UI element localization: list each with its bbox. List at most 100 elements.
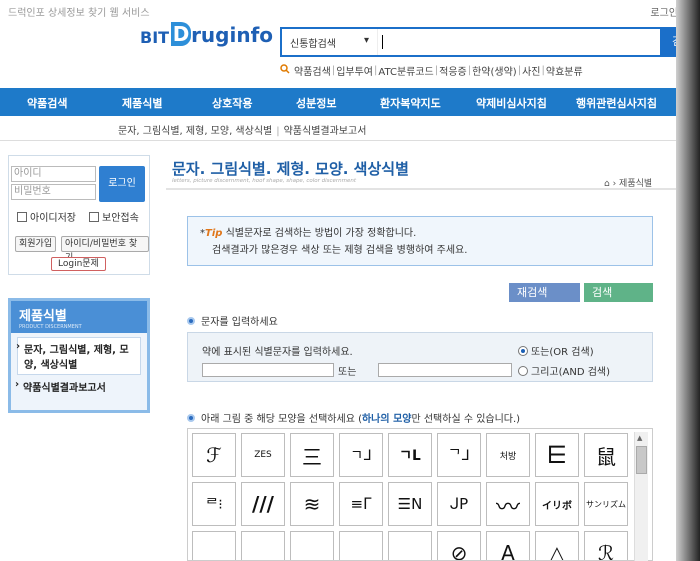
sub-nav: 문자, 그림식별, 제형, 모양, 색상식별 | 약품식별결과보고서 (118, 126, 367, 137)
nav-ingredient[interactable]: 성분정보 (296, 95, 336, 111)
join-button[interactable]: 회원가입 (15, 236, 57, 252)
top-login-link[interactable]: 로그인 (650, 4, 678, 19)
shape-tile[interactable]: /// (241, 482, 285, 526)
side-menu-item-report[interactable]: 약품식별결과보고서 (15, 379, 141, 394)
nav-product-id[interactable]: 제품식별 (122, 95, 162, 111)
main-nav: 약품검색 제품식별 상호작용 성분정보 환자복약지도 약제비심사지침 행위관련심… (0, 88, 700, 116)
tip-label: Tip (205, 228, 223, 239)
imprint-label: 약에 표시된 식별문자를 입력하세요. (202, 347, 353, 358)
radio-or-search[interactable]: 또는(OR 검색) (518, 343, 594, 358)
nav-drug-search[interactable]: 약품검색 (27, 95, 67, 111)
shape-tile[interactable]: ☰N (388, 482, 432, 526)
side-menu-item-shape-id[interactable]: 문자, 그림식별, 제형, 모양, 색상식별 (16, 337, 141, 375)
quicklink-photo[interactable]: 사진 (522, 63, 540, 78)
shape-tile[interactable]: ⋿ (535, 433, 579, 477)
shape-tile[interactable]: イリボ (535, 482, 579, 526)
text-search-form: 약에 표시된 식별문자를 입력하세요. 또는 또는(OR 검색) 그리고(AND… (187, 332, 653, 382)
login-problem-button[interactable]: Login문제 (51, 257, 106, 271)
or-label: 또는 (338, 367, 357, 378)
shape-tile[interactable]: ℛ (584, 531, 628, 560)
find-account-button[interactable]: 아이디/비밀번호 찾기 (61, 236, 149, 263)
radio-and-search[interactable]: 그리고(AND 검색) (518, 363, 610, 378)
shape-tile[interactable] (290, 531, 334, 560)
imprint-input-1[interactable] (202, 363, 334, 377)
title-underline (166, 188, 676, 190)
shape-tile[interactable]: ZES (241, 433, 285, 477)
shape-heading-pre: 아래 그림 중 해당 모양을 선택하세요 ( (201, 414, 362, 425)
side-menu-subtitle: PRODUCT DISCERNMENT (19, 324, 82, 330)
quicklink-injection[interactable]: 입부투여 (336, 63, 373, 78)
logo-d-mark: D (171, 22, 192, 46)
logo-bit: BIT (140, 28, 170, 47)
shape-tile[interactable]: ᄀᒧ (437, 433, 481, 477)
shape-tile[interactable]: ㄱᒧ (339, 433, 383, 477)
shape-tile[interactable]: サンリズム (584, 482, 628, 526)
shape-tile[interactable] (192, 531, 236, 560)
text-section-title: 문자를 입력하세요 (201, 317, 278, 328)
shape-tile[interactable]: ℱ (192, 433, 236, 477)
nav-interaction[interactable]: 상호작용 (212, 95, 252, 111)
quick-links: 약품검색 | 입부투여 | ATC분류코드 | 적응증 | 한약(생약) | 사진 | 약효… (280, 63, 583, 78)
tip-line-1: 식별문자로 검색하는 방법이 가장 정확합니다. (225, 228, 417, 239)
page-title: 문자. 그림식별. 제형. 모양. 색상식별 (172, 160, 409, 178)
shape-tile[interactable]: ⊘ (437, 531, 481, 560)
radio-button (518, 345, 528, 356)
shape-tile[interactable]: ㄱᒪ (388, 433, 432, 477)
shape-tile[interactable]: 〰 (486, 482, 530, 526)
search-scope-label: 신통합검색 (290, 38, 336, 50)
shape-tile[interactable]: ᒍP (437, 482, 481, 526)
search-icon (280, 64, 290, 77)
nav-patient-guide[interactable]: 환자복약지도 (380, 95, 441, 111)
shape-tile[interactable]: 鼠 (584, 433, 628, 477)
login-button[interactable]: 로그인 (99, 166, 145, 202)
shape-heading-highlight: 하나의 모양 (361, 414, 412, 425)
text-section-heading: 문자를 입력하세요 (187, 313, 278, 328)
scroll-up-icon[interactable]: ▲ (637, 434, 642, 442)
subnav-report[interactable]: 약품식별결과보고서 (284, 126, 367, 137)
nav-drug-fee-review[interactable]: 약제비심사지침 (476, 95, 547, 111)
shape-grid-scrollbar[interactable]: ▲ (634, 432, 648, 561)
shape-tile[interactable]: ≋ (290, 482, 334, 526)
nav-procedure-review[interactable]: 행위관련심사지침 (576, 95, 657, 111)
login-id-field[interactable]: 아이디 (11, 166, 96, 182)
bullet-icon (187, 316, 195, 325)
bullet-icon (187, 413, 195, 422)
side-menu-title: 제품식별 (19, 309, 67, 324)
secure-login-checkbox[interactable]: 보안접속 (89, 209, 139, 224)
shape-tile[interactable] (241, 531, 285, 560)
shape-tile[interactable]: ᄅ⁝ (192, 482, 236, 526)
shape-tile[interactable]: A (486, 531, 530, 560)
shape-tile[interactable] (339, 531, 383, 560)
save-id-checkbox[interactable]: 아이디저장 (17, 209, 76, 224)
page-subtitle: letters, picture discernment, hoof shape… (172, 178, 357, 184)
divider (0, 140, 700, 141)
login-password-field[interactable]: 비밀번호 (11, 184, 96, 200)
search-submit-button[interactable]: 검색 (584, 283, 653, 302)
shape-tile[interactable]: 처방 (486, 433, 530, 477)
radio-or-label: 또는(OR 검색) (531, 347, 594, 358)
window-edge-shadow (676, 0, 700, 561)
imprint-input-2[interactable] (378, 363, 512, 377)
tip-box: *Tip 식별문자로 검색하는 방법이 가장 정확합니다. 검색결과가 많은경우… (187, 216, 653, 266)
quicklink-herbal[interactable]: 한약(생약) (472, 63, 517, 78)
quicklink-efficacy[interactable]: 약효분류 (546, 63, 583, 78)
site-logo[interactable]: BIT D ruginfo (140, 22, 273, 46)
checkbox-box (17, 211, 27, 222)
radio-button (518, 365, 528, 376)
shape-section-heading: 아래 그림 중 해당 모양을 선택하세요 (하나의 모양 만 선택하실 수 있습니… (187, 410, 520, 425)
quicklink-drug-search[interactable]: 약품검색 (294, 63, 331, 78)
shape-tile[interactable]: ≡ᒥ (339, 482, 383, 526)
shape-tile[interactable]: △ (535, 531, 579, 560)
quicklink-atc[interactable]: ATC분류코드 (378, 63, 433, 78)
checkbox-box (89, 211, 99, 222)
shape-tile[interactable]: 三 (290, 433, 334, 477)
quicklink-indication[interactable]: 적응증 (439, 63, 467, 78)
subnav-shape-id[interactable]: 문자, 그림식별, 제형, 모양, 색상식별 (118, 126, 272, 137)
search-scope-select[interactable]: 신통합검색 ▾ (282, 35, 377, 50)
shape-tile[interactable] (388, 531, 432, 560)
secure-login-label: 보안접속 (102, 213, 139, 224)
tip-line-2: 검색결과가 많은경우 색상 또는 제형 검색을 병행하여 주세요. (212, 245, 468, 256)
research-button[interactable]: 재검색 (509, 283, 580, 302)
search-input[interactable] (377, 29, 660, 55)
scrollbar-thumb[interactable] (636, 446, 647, 474)
